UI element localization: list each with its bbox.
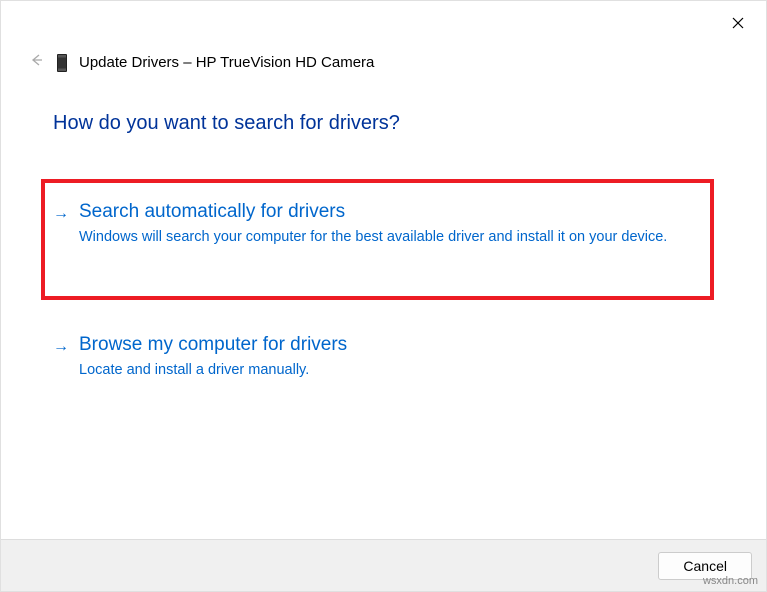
option-title: Browse my computer for drivers — [79, 334, 696, 356]
main-content: How do you want to search for drivers? →… — [1, 72, 766, 399]
close-icon — [732, 17, 744, 29]
arrow-right-icon: → — [53, 205, 69, 223]
option-title: Search automatically for drivers — [79, 201, 692, 223]
option-search-automatically[interactable]: → Search automatically for drivers Windo… — [41, 179, 714, 300]
dialog-header: Update Drivers – HP TrueVision HD Camera — [1, 1, 766, 72]
dialog-title: Update Drivers – HP TrueVision HD Camera — [79, 54, 374, 71]
back-button[interactable] — [27, 53, 45, 72]
watermark: wsxdn.com — [703, 575, 758, 587]
arrow-right-icon: → — [53, 338, 69, 356]
option-browse-computer[interactable]: → Browse my computer for drivers Locate … — [53, 320, 714, 399]
device-icon — [57, 54, 67, 72]
question-heading: How do you want to search for drivers? — [53, 112, 714, 135]
close-button[interactable] — [728, 13, 748, 33]
dialog-footer: Cancel — [1, 539, 766, 591]
option-description: Windows will search your computer for th… — [79, 227, 692, 248]
back-arrow-icon — [29, 53, 43, 67]
option-description: Locate and install a driver manually. — [79, 360, 696, 381]
